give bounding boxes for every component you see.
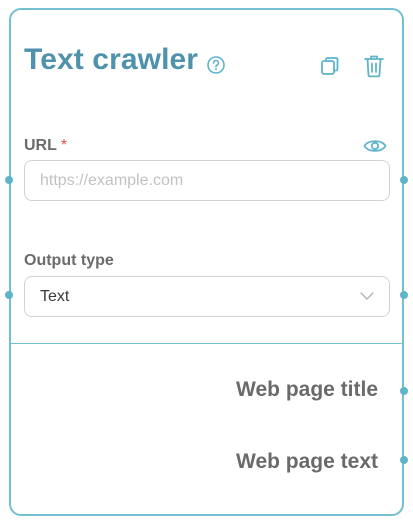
output-type-output-handle[interactable] xyxy=(400,291,408,299)
output-type-label: Output type xyxy=(24,252,114,269)
web-page-text-output-handle[interactable] xyxy=(400,456,408,464)
copy-icon[interactable] xyxy=(319,55,341,77)
section-divider xyxy=(11,343,402,344)
chevron-down-icon xyxy=(360,292,374,300)
text-crawler-node[interactable]: Text crawler URL* Output type Text Web p… xyxy=(9,8,404,516)
url-input-handle[interactable] xyxy=(5,176,13,184)
output-type-value: Text xyxy=(40,287,70,305)
output-web-page-title: Web page title xyxy=(236,378,378,401)
url-label: URL * xyxy=(24,137,67,155)
eye-icon[interactable] xyxy=(363,137,387,155)
web-page-title-output-handle[interactable] xyxy=(400,387,408,395)
url-input[interactable] xyxy=(24,160,390,201)
output-web-page-text: Web page text xyxy=(236,450,378,473)
node-title: Text crawler xyxy=(24,43,199,76)
required-marker: * xyxy=(60,137,68,154)
trash-icon[interactable] xyxy=(363,54,385,78)
output-type-input-handle[interactable] xyxy=(5,291,13,299)
help-circle-icon[interactable] xyxy=(206,55,226,75)
url-label-text: URL xyxy=(24,137,57,154)
url-output-handle[interactable] xyxy=(400,176,408,184)
output-type-select[interactable]: Text xyxy=(24,276,390,317)
